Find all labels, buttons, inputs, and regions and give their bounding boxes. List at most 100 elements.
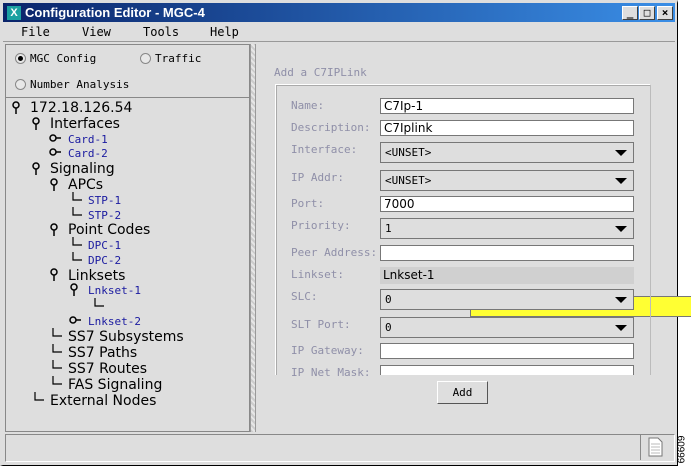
tree-node[interactable]: Signaling [30, 161, 115, 177]
tree-node[interactable]: Card-2 [48, 147, 108, 162]
menu-help[interactable]: Help [210, 25, 239, 39]
tree-node-label: Lnkset-2 [88, 314, 141, 328]
name-label: Name: [291, 99, 325, 112]
slc-select[interactable]: 0 [380, 289, 634, 310]
tree-node-label: STP-2 [88, 208, 122, 222]
radio-label: Traffic [155, 52, 202, 65]
field-value: 1 [385, 222, 392, 235]
ip-addr-select[interactable]: <UNSET> [380, 170, 634, 191]
close-button[interactable]: × [657, 6, 673, 20]
radio-label: MGC Config [30, 52, 97, 65]
field-value: C7Iplink [384, 121, 433, 135]
status-bar [5, 434, 675, 462]
slc-label: SLC: [291, 290, 318, 303]
ip-net-mask-input[interactable] [380, 365, 634, 375]
expanded-node-icon[interactable] [30, 115, 46, 134]
tree-node[interactable]: 172.18.126.54 [10, 100, 132, 116]
peer-address-input[interactable] [380, 245, 634, 261]
tree-node[interactable]: Lnkset-2 [68, 314, 141, 329]
radio-traffic[interactable]: Traffic [140, 52, 201, 65]
expanded-node-icon[interactable] [48, 221, 64, 240]
figure-id-text: 66609 [676, 435, 688, 464]
radio-label: Number Analysis [30, 78, 130, 91]
linkset-label: Linkset: [291, 268, 344, 281]
expanded-node-icon[interactable] [68, 281, 84, 300]
field-value: 0 [385, 321, 392, 334]
expanded-node-icon[interactable] [10, 99, 26, 118]
tree-node[interactable]: Interfaces [30, 116, 120, 132]
port-input[interactable]: 7000 [380, 196, 634, 212]
ip-gateway-label: IP Gateway: [291, 344, 364, 357]
tree-node-label: Lnkset-1 [88, 284, 141, 298]
tree-node[interactable]: FAS Signaling [48, 376, 163, 393]
tree-node[interactable]: SS7 Subsystems [48, 328, 184, 345]
minimize-button[interactable]: _ [622, 6, 638, 20]
tree-node-label: External Nodes [50, 392, 157, 409]
ip-addr-label: IP Addr: [291, 171, 344, 184]
menu-view[interactable]: View [82, 25, 111, 39]
tree-node-label: Card-1 [68, 132, 108, 146]
window-title: Configuration Editor - MGC-4 [25, 5, 205, 20]
document-icon[interactable] [640, 434, 668, 460]
field-value: <UNSET> [385, 146, 432, 159]
tree-node[interactable]: Links [90, 295, 691, 317]
menu-tools[interactable]: Tools [143, 25, 179, 39]
expanded-node-icon[interactable] [30, 160, 46, 179]
tree-node[interactable]: External Nodes [30, 391, 157, 410]
panel-splitter[interactable] [250, 44, 256, 432]
linkset-readonly: Lnkset-1 [380, 267, 634, 284]
add-button[interactable]: Add [437, 381, 488, 404]
field-value: 7000 [384, 197, 415, 211]
field-value: Lnkset-1 [383, 268, 435, 282]
radio-unselected-icon [140, 53, 151, 64]
slt-port-label: SLT Port: [291, 318, 351, 331]
dropdown-arrow-icon[interactable] [615, 325, 627, 331]
tree-node-label: SS7 Paths [68, 344, 138, 361]
expanded-node-icon[interactable] [48, 266, 64, 285]
name-input[interactable]: C7Ip-1 [380, 98, 634, 114]
leaf-connector-icon [30, 391, 46, 410]
dropdown-arrow-icon[interactable] [615, 178, 627, 184]
dropdown-arrow-icon[interactable] [615, 297, 627, 303]
expanded-node-icon[interactable] [48, 176, 64, 195]
interface-label: Interface: [291, 143, 358, 156]
tree-node[interactable]: DPC-2 [68, 251, 122, 268]
radio-selected-icon [15, 53, 26, 64]
description-label: Description: [291, 121, 371, 134]
dropdown-arrow-icon[interactable] [615, 226, 627, 232]
description-input[interactable]: C7Iplink [380, 120, 634, 136]
field-value: C7Ip-1 [384, 99, 424, 113]
tree-node-label: FAS Signaling [68, 376, 163, 393]
config-tree[interactable]: 172.18.126.54 Interfaces Card-1 Card-2 Signa… [6, 97, 691, 431]
ip-gateway-input[interactable] [380, 343, 634, 359]
menu-bar: File View Tools Help [3, 22, 675, 42]
field-value: 0 [385, 293, 392, 306]
dropdown-arrow-icon[interactable] [615, 150, 627, 156]
peer-address-label: Peer Address: [291, 246, 378, 259]
title-bar: X Configuration Editor - MGC-4 _ □ × [3, 3, 675, 22]
radio-unselected-icon [15, 79, 26, 90]
tree-node[interactable]: Point Codes [48, 222, 150, 238]
tree-node[interactable]: Linksets [48, 268, 125, 284]
tree-node-label: DPC-2 [88, 253, 122, 267]
tree-node[interactable]: STP-2 [68, 206, 122, 223]
field-value: <UNSET> [385, 174, 432, 187]
tree-node-label: SS7 Subsystems [68, 328, 184, 345]
app-icon: X [7, 5, 21, 20]
priority-select[interactable]: 1 [380, 218, 634, 239]
menu-file[interactable]: File [21, 25, 50, 39]
interface-select[interactable]: <UNSET> [380, 142, 634, 163]
figure-id: 66609 [676, 432, 691, 467]
maximize-button[interactable]: □ [639, 6, 655, 20]
form-title: Add a C7IPLink [274, 66, 367, 79]
priority-label: Priority: [291, 219, 351, 232]
tree-node-label: STP-1 [88, 193, 122, 207]
leaf-connector-icon [90, 297, 106, 316]
radio-mgc-config[interactable]: MGC Config [15, 52, 96, 65]
port-label: Port: [291, 197, 325, 210]
slt-port-select[interactable]: 0 [380, 317, 634, 338]
tree-node-label: DPC-1 [88, 239, 122, 253]
radio-number-analysis[interactable]: Number Analysis [15, 78, 129, 91]
ip-net-mask-label: IP Net Mask: [291, 366, 371, 379]
tree-node-label: SS7 Routes [68, 360, 148, 377]
